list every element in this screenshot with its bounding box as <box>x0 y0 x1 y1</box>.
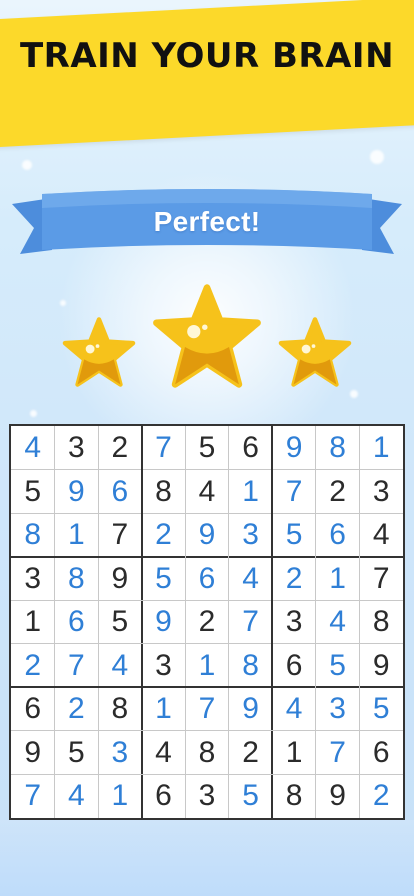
sudoku-cell[interactable]: 6 <box>272 644 316 688</box>
sudoku-cell[interactable]: 3 <box>11 557 55 601</box>
sudoku-cell[interactable]: 9 <box>316 774 360 818</box>
sudoku-cell[interactable]: 2 <box>316 470 360 514</box>
sudoku-cell[interactable]: 3 <box>316 687 360 731</box>
sudoku-cell[interactable]: 7 <box>229 600 273 644</box>
sudoku-cell[interactable]: 6 <box>142 774 186 818</box>
sudoku-cell[interactable]: 4 <box>55 774 99 818</box>
sudoku-cell[interactable]: 6 <box>185 557 229 601</box>
sudoku-cell[interactable]: 3 <box>272 600 316 644</box>
sudoku-cell[interactable]: 5 <box>359 687 403 731</box>
sparkle <box>22 160 32 170</box>
sudoku-cell[interactable]: 1 <box>185 644 229 688</box>
sudoku-cell[interactable]: 1 <box>359 426 403 470</box>
sudoku-cell[interactable]: 2 <box>359 774 403 818</box>
sudoku-cell[interactable]: 9 <box>142 600 186 644</box>
sudoku-cell[interactable]: 5 <box>316 644 360 688</box>
sudoku-cell[interactable]: 6 <box>359 731 403 775</box>
sudoku-cell[interactable]: 9 <box>229 687 273 731</box>
sudoku-cell[interactable]: 3 <box>98 731 142 775</box>
result-label: Perfect! <box>153 206 261 237</box>
sudoku-cell[interactable]: 4 <box>316 600 360 644</box>
sudoku-cell[interactable]: 4 <box>142 731 186 775</box>
sudoku-cell[interactable]: 7 <box>185 687 229 731</box>
sudoku-cell[interactable]: 1 <box>142 687 186 731</box>
sudoku-cell[interactable]: 4 <box>98 644 142 688</box>
sudoku-cell[interactable]: 4 <box>272 687 316 731</box>
sudoku-cell[interactable]: 2 <box>185 600 229 644</box>
sudoku-cell[interactable]: 4 <box>359 513 403 557</box>
sudoku-cell[interactable]: 9 <box>98 557 142 601</box>
sudoku-cell[interactable]: 8 <box>316 426 360 470</box>
sudoku-board: 4327569815968417238172935643895642171659… <box>9 424 405 820</box>
sparkle <box>370 150 384 164</box>
sparkle <box>350 390 358 398</box>
sudoku-cell[interactable]: 3 <box>229 513 273 557</box>
sudoku-cell[interactable]: 6 <box>55 600 99 644</box>
sudoku-cell[interactable]: 7 <box>11 774 55 818</box>
sudoku-cell[interactable]: 7 <box>55 644 99 688</box>
sudoku-cell[interactable]: 5 <box>55 731 99 775</box>
sudoku-cell[interactable]: 1 <box>316 557 360 601</box>
sudoku-cell[interactable]: 6 <box>11 687 55 731</box>
sudoku-cell[interactable]: 5 <box>142 557 186 601</box>
sudoku-cell[interactable]: 8 <box>98 687 142 731</box>
sparkle <box>30 410 37 417</box>
sudoku-cell[interactable]: 7 <box>316 731 360 775</box>
sudoku-cell[interactable]: 8 <box>272 774 316 818</box>
sudoku-cell[interactable]: 4 <box>11 426 55 470</box>
sudoku-cell[interactable]: 4 <box>229 557 273 601</box>
sudoku-cell[interactable]: 2 <box>142 513 186 557</box>
footer-background <box>0 820 414 896</box>
sudoku-cell[interactable]: 8 <box>55 557 99 601</box>
sudoku-cell[interactable]: 5 <box>11 470 55 514</box>
sudoku-cell[interactable]: 6 <box>316 513 360 557</box>
sudoku-cell[interactable]: 2 <box>55 687 99 731</box>
sudoku-cell[interactable]: 3 <box>185 774 229 818</box>
sudoku-cell[interactable]: 8 <box>359 600 403 644</box>
sudoku-cell[interactable]: 5 <box>229 774 273 818</box>
sudoku-cell[interactable]: 2 <box>272 557 316 601</box>
sudoku-cell[interactable]: 9 <box>55 470 99 514</box>
sudoku-cell[interactable]: 1 <box>229 470 273 514</box>
sudoku-cell[interactable]: 7 <box>272 470 316 514</box>
sudoku-cell[interactable]: 8 <box>229 644 273 688</box>
sudoku-cell[interactable]: 3 <box>142 644 186 688</box>
sudoku-cell[interactable]: 2 <box>11 644 55 688</box>
sudoku-cell[interactable]: 8 <box>185 731 229 775</box>
sudoku-cell[interactable]: 8 <box>142 470 186 514</box>
sudoku-cell[interactable]: 8 <box>11 513 55 557</box>
sudoku-cell[interactable]: 7 <box>142 426 186 470</box>
sudoku-cell[interactable]: 6 <box>229 426 273 470</box>
sudoku-cell[interactable]: 6 <box>98 470 142 514</box>
sudoku-cell[interactable]: 1 <box>98 774 142 818</box>
sudoku-cell[interactable]: 5 <box>272 513 316 557</box>
header-title: TRAIN YOUR BRAIN <box>19 36 395 76</box>
sudoku-cell[interactable]: 3 <box>55 426 99 470</box>
sudoku-cell[interactable]: 1 <box>272 731 316 775</box>
star-icon <box>278 317 352 387</box>
sudoku-cell[interactable]: 4 <box>185 470 229 514</box>
sudoku-cell[interactable]: 3 <box>359 470 403 514</box>
sudoku-cell[interactable]: 9 <box>185 513 229 557</box>
sudoku-cell[interactable]: 2 <box>98 426 142 470</box>
sudoku-cell[interactable]: 7 <box>359 557 403 601</box>
sudoku-cell[interactable]: 9 <box>359 644 403 688</box>
sudoku-cell[interactable]: 1 <box>55 513 99 557</box>
star-icon <box>62 317 136 387</box>
sudoku-cell[interactable]: 5 <box>185 426 229 470</box>
sudoku-cell[interactable]: 5 <box>98 600 142 644</box>
sudoku-cell[interactable]: 9 <box>272 426 316 470</box>
sudoku-cell[interactable]: 9 <box>11 731 55 775</box>
sudoku-cell[interactable]: 1 <box>11 600 55 644</box>
sudoku-cell[interactable]: 2 <box>229 731 273 775</box>
star-icon <box>153 284 261 388</box>
sudoku-cell[interactable]: 7 <box>98 513 142 557</box>
